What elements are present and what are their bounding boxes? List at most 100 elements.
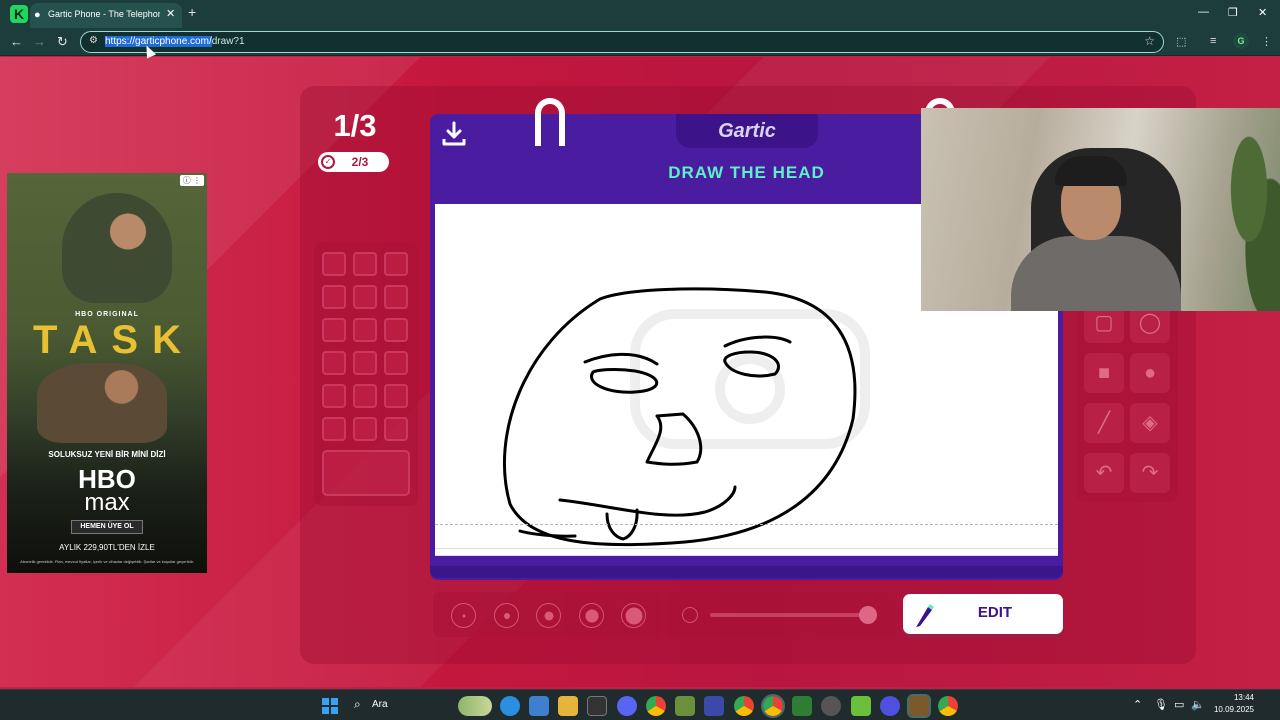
brush-size-1[interactable] [451, 603, 476, 628]
media-control-icon[interactable]: ≡ [1210, 35, 1216, 47]
color-swatch[interactable] [384, 252, 408, 276]
address-bar-row: ← → ↻ ⚙ https://garticphone.com/draw?1 ☆… [0, 28, 1280, 56]
color-swatch[interactable] [384, 318, 408, 342]
chrome-icon[interactable] [646, 696, 666, 716]
back-icon[interactable]: ← [10, 34, 23, 49]
color-swatch[interactable] [322, 351, 346, 375]
advertisement[interactable]: ⓘ ⋮ HBO ORIGINAL TASK SOLUKSUZ YENİ BİR … [7, 173, 207, 573]
bookmark-star-icon[interactable]: ☆ [1144, 34, 1155, 48]
media-player-icon[interactable] [792, 696, 812, 716]
color-swatch[interactable] [384, 351, 408, 375]
close-window-button[interactable]: ✕ [1258, 6, 1267, 19]
current-color-swatch[interactable] [322, 450, 410, 496]
brush-size-2[interactable] [494, 603, 519, 628]
windows-taskbar: ⌕ Ara ⌃ 🎙 ▭ 🔈 13:44 10.09.2025 [0, 689, 1280, 720]
network-icon[interactable]: ▭ [1174, 698, 1184, 711]
browser-tab[interactable]: ● Gartic Phone - The Telephone Game ✕ [30, 3, 182, 28]
browser-tab-bar: K ● Gartic Phone - The Telephone Game ✕ … [0, 0, 1280, 28]
color-swatch[interactable] [322, 285, 346, 309]
color-swatch[interactable] [384, 285, 408, 309]
fill-bucket-icon[interactable]: ◈ [1130, 403, 1170, 443]
brush-size-3[interactable] [536, 603, 561, 628]
opacity-track[interactable] [710, 613, 860, 617]
site-info-icon[interactable]: ⚙ [89, 35, 98, 46]
redo-icon[interactable]: ↷ [1130, 453, 1170, 493]
ad-choices-icon[interactable]: ⓘ ⋮ [179, 175, 204, 186]
color-swatch[interactable] [384, 417, 408, 441]
players-done-count: 2/3 [351, 155, 369, 169]
opacity-knob[interactable] [859, 606, 877, 624]
game-logo: Gartic [718, 120, 776, 142]
discord-icon[interactable] [617, 696, 637, 716]
minecraft-icon[interactable] [675, 696, 695, 716]
tab-title: Gartic Phone - The Telephone Game [48, 9, 160, 19]
profile-avatar[interactable]: G [1233, 33, 1249, 49]
taskbar-search-icon[interactable]: ⌕ [354, 697, 361, 712]
new-tab-button[interactable]: + [188, 4, 196, 20]
brush-size-selector [433, 592, 661, 637]
drawing-prompt: DRAW THE HEAD [668, 163, 825, 182]
game-launcher-icon[interactable] [851, 696, 871, 716]
opacity-slider[interactable] [667, 592, 896, 637]
game-logo-tab: Gartic [676, 114, 818, 148]
edge-icon[interactable] [500, 696, 520, 716]
app-icon-2[interactable] [880, 696, 900, 716]
brush-size-4[interactable] [579, 603, 604, 628]
minecraft-active-icon[interactable] [907, 694, 931, 718]
extensions-icon[interactable]: ⬚ [1176, 35, 1186, 48]
taskbar-search-input[interactable]: Ara [372, 699, 388, 710]
app-logo-icon[interactable]: K [10, 5, 28, 23]
app-icon[interactable] [704, 696, 724, 716]
tab-close-icon[interactable]: ✕ [166, 7, 175, 20]
reload-icon[interactable]: ↻ [57, 34, 68, 50]
color-swatch[interactable] [353, 384, 377, 408]
url-text: https://garticphone.com/draw?1 [105, 36, 245, 47]
volume-icon[interactable]: 🔈 [1191, 698, 1205, 711]
color-swatch[interactable] [353, 318, 377, 342]
edit-button[interactable]: EDIT [903, 594, 1063, 634]
round-counter: 1/3 [333, 108, 377, 143]
ad-cta-button[interactable]: HEMEN ÜYE OL [71, 520, 143, 534]
file-explorer-icon[interactable] [558, 696, 578, 716]
edit-button-label: EDIT [977, 604, 1013, 621]
notepad-icon[interactable] [529, 696, 549, 716]
brush-size-5[interactable] [621, 603, 646, 628]
forward-icon[interactable]: → [33, 34, 46, 49]
ellipse-fill-icon[interactable]: ● [1130, 353, 1170, 393]
color-swatch[interactable] [353, 285, 377, 309]
color-swatch[interactable] [384, 384, 408, 408]
terminal-icon[interactable] [587, 696, 607, 716]
ad-fine-print: Abonelik gereklidir. Plan, mevcut fiyatl… [20, 559, 194, 564]
chrome-profile-icon[interactable] [734, 696, 754, 716]
url-selected-text: https://garticphone.com/ [105, 36, 212, 47]
minimize-button[interactable]: — [1198, 6, 1209, 18]
color-swatch[interactable] [322, 252, 346, 276]
webcam-person-cap [1055, 156, 1127, 186]
browser-menu-icon[interactable]: ⋮ [1261, 35, 1272, 48]
ad-hbo-original-label: HBO ORIGINAL [75, 311, 139, 318]
color-swatch[interactable] [353, 252, 377, 276]
microphone-icon[interactable]: 🎙 [1154, 698, 1168, 711]
settings-icon[interactable] [821, 696, 841, 716]
color-swatch[interactable] [322, 384, 346, 408]
download-icon[interactable] [440, 120, 468, 148]
ad-price-text: AYLIK 229,90TL'DEN İZLE [59, 543, 155, 552]
taskbar-clock[interactable]: 13:44 10.09.2025 [1210, 692, 1254, 716]
opacity-low-icon [682, 607, 698, 623]
taskbar-widget[interactable] [458, 696, 492, 716]
windows-start-icon[interactable] [322, 698, 338, 714]
chrome-other-icon[interactable] [938, 696, 958, 716]
url-input[interactable]: ⚙ https://garticphone.com/draw?1 ☆ [80, 31, 1164, 53]
chrome-active-icon[interactable] [761, 694, 785, 718]
color-swatch[interactable] [353, 351, 377, 375]
rectangle-fill-icon[interactable]: ■ [1084, 353, 1124, 393]
color-swatch[interactable] [322, 318, 346, 342]
restore-button[interactable]: ❐ [1228, 6, 1238, 19]
undo-icon[interactable]: ↶ [1084, 453, 1124, 493]
tray-overflow-icon[interactable]: ⌃ [1133, 698, 1142, 711]
line-tool-icon[interactable]: ╱ [1084, 403, 1124, 443]
ad-title: TASK [33, 318, 195, 362]
color-swatch[interactable] [322, 417, 346, 441]
pencil-icon [916, 604, 934, 627]
color-swatch[interactable] [353, 417, 377, 441]
